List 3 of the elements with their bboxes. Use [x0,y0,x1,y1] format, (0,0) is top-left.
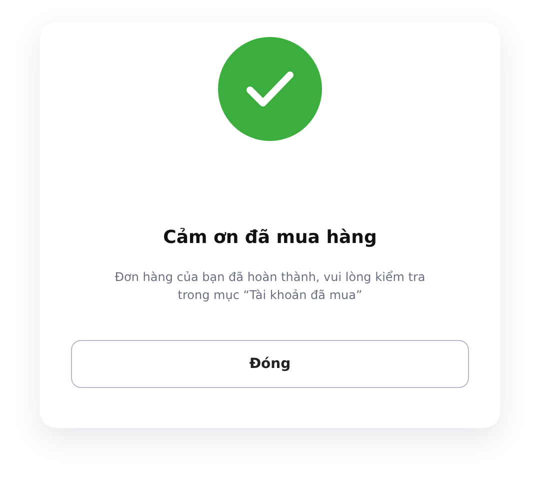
close-button[interactable]: Đóng [71,340,469,388]
dialog-title: Cảm ơn đã mua hàng [163,227,377,248]
dialog-message: Đơn hàng của bạn đã hoàn thành, vui lòng kiểm tra trong mục “Tài khoản đã mua” [114,269,426,304]
